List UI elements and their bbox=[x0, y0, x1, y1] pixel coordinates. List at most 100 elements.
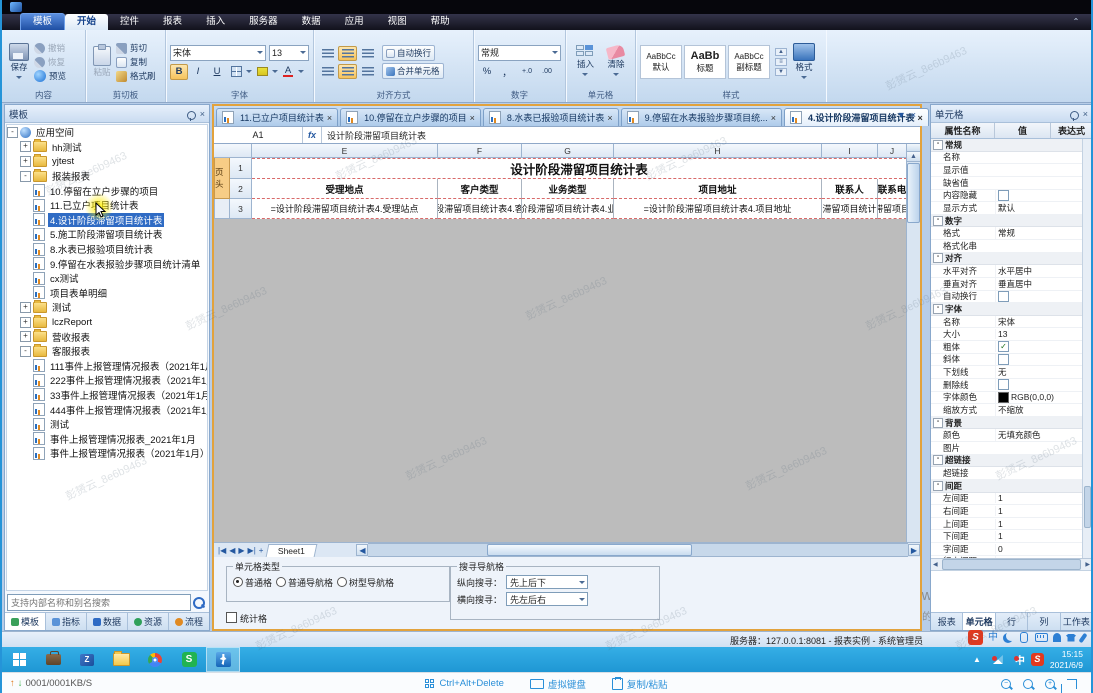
cell-header[interactable]: 受理地点 bbox=[252, 179, 438, 199]
checkbox[interactable] bbox=[998, 354, 1009, 365]
taskbar-chrome[interactable] bbox=[138, 647, 172, 672]
close-document-icon[interactable]: × bbox=[911, 110, 916, 120]
tree-item[interactable]: 项目表单明细 bbox=[7, 286, 207, 301]
tree-item[interactable]: cx测试 bbox=[7, 271, 207, 286]
property-row[interactable]: 名称宋体 bbox=[931, 316, 1092, 329]
property-row[interactable]: 图片 bbox=[931, 442, 1092, 455]
property-row[interactable]: 大小13 bbox=[931, 328, 1092, 341]
word-wrap-button[interactable]: 自动换行 bbox=[382, 45, 435, 61]
tree-item[interactable]: -客服报表 bbox=[7, 344, 207, 359]
clear-button[interactable]: 清除 bbox=[607, 46, 624, 79]
tree-item[interactable]: 10.停留在立户步骤的项目 bbox=[7, 183, 207, 198]
percent-button[interactable]: % bbox=[478, 64, 496, 80]
expander-icon[interactable]: - bbox=[20, 171, 31, 182]
column-header[interactable]: E bbox=[252, 144, 438, 158]
fill-color-button[interactable] bbox=[253, 64, 271, 80]
moon-icon[interactable] bbox=[1003, 633, 1013, 643]
property-row[interactable]: 字间距0 bbox=[931, 543, 1092, 556]
property-row[interactable]: 超链接 bbox=[931, 467, 1092, 480]
copy-button[interactable]: 复制 bbox=[114, 56, 158, 68]
column-header[interactable]: F bbox=[438, 144, 522, 158]
property-row[interactable]: 右间距1 bbox=[931, 505, 1092, 518]
cell-header[interactable]: 客户类型 bbox=[438, 179, 522, 199]
ribbon-tab-home[interactable]: 开始 bbox=[65, 14, 108, 30]
tree-item[interactable]: 111事件上报管理情况报表（2021年1月） bbox=[7, 359, 207, 374]
property-row[interactable]: 缺省值 bbox=[931, 177, 1092, 190]
tab-cell[interactable]: 单元格 bbox=[963, 613, 995, 630]
insert-cells-button[interactable]: 插入 bbox=[576, 45, 594, 79]
paste-button[interactable]: 粘贴 bbox=[93, 46, 111, 78]
property-row[interactable]: 粗体✓ bbox=[931, 341, 1092, 354]
column-header[interactable]: H bbox=[614, 144, 822, 158]
cell-formula[interactable]: 阶段滞留项目统计表4.业 bbox=[522, 199, 614, 219]
start-button[interactable] bbox=[2, 647, 36, 672]
horizontal-search-select[interactable]: 先左后右 bbox=[506, 592, 588, 606]
property-row[interactable]: 行内间距0 bbox=[931, 556, 1092, 559]
font-family-combo[interactable]: 宋体 bbox=[170, 45, 266, 61]
underline-button[interactable]: U bbox=[208, 64, 226, 80]
zoom-in-icon[interactable]: + bbox=[1045, 679, 1055, 689]
sheet-tab[interactable]: Sheet1 bbox=[266, 544, 318, 557]
tab-worksheet[interactable]: 工作表 bbox=[1061, 613, 1092, 630]
scroll-thumb[interactable] bbox=[942, 559, 1082, 570]
tab-indicator[interactable]: 指标 bbox=[46, 613, 87, 630]
doc-tab[interactable]: 10.停留在立户步骤的项目× bbox=[340, 108, 481, 126]
decrease-decimal-button[interactable]: .00 bbox=[538, 64, 556, 80]
expander-icon[interactable]: + bbox=[20, 302, 31, 313]
property-row[interactable]: 下间距1 bbox=[931, 530, 1092, 543]
ribbon-tab-app[interactable]: 应用 bbox=[333, 14, 376, 30]
undo-button[interactable]: 撤销 bbox=[32, 42, 68, 54]
fx-icon[interactable]: fx bbox=[303, 127, 322, 143]
font-color-button[interactable]: A bbox=[279, 64, 297, 80]
checkbox[interactable] bbox=[998, 379, 1009, 390]
property-row[interactable]: 水平对齐水平居中 bbox=[931, 265, 1092, 278]
cell-header[interactable]: 联系人 bbox=[822, 179, 878, 199]
ribbon-tab-data[interactable]: 数据 bbox=[290, 14, 333, 30]
cell-formula[interactable]: 段滞留项目统计表4.客 bbox=[438, 199, 522, 219]
checkbox[interactable] bbox=[998, 190, 1009, 201]
align-bottom-button[interactable] bbox=[358, 46, 377, 61]
tree-item[interactable]: 5.施工阶段滞留项目统计表 bbox=[7, 227, 207, 242]
expander-icon[interactable]: - bbox=[20, 346, 31, 357]
tree-item[interactable]: 222事件上报管理情况报表（2021年1月）1 bbox=[7, 373, 207, 388]
tab-template[interactable]: 模板 bbox=[5, 613, 46, 630]
align-left-button[interactable] bbox=[318, 64, 337, 79]
property-section[interactable]: -超链接 bbox=[931, 455, 1092, 468]
expander-icon[interactable]: + bbox=[20, 141, 31, 152]
band-cell[interactable] bbox=[214, 199, 230, 219]
style-title[interactable]: AaBb标题 bbox=[684, 45, 726, 79]
tree-item-selected[interactable]: 4.设计阶段滞留项目统计表 bbox=[7, 213, 207, 228]
cell-formula[interactable]: =设计阶段滞留项目统计表4.受理站点 bbox=[252, 199, 438, 219]
cell-formula[interactable]: =设计阶段滞留项目统计表4.项目地址 bbox=[614, 199, 822, 219]
tree-item[interactable]: 测试 bbox=[7, 417, 207, 432]
property-section[interactable]: -常规 bbox=[931, 139, 1092, 152]
property-row[interactable]: 下划线无 bbox=[931, 366, 1092, 379]
pin-icon[interactable] bbox=[1070, 111, 1079, 120]
ribbon-tab-widgets[interactable]: 控件 bbox=[108, 14, 151, 30]
close-icon[interactable]: × bbox=[771, 113, 776, 123]
property-row[interactable]: 格式常规 bbox=[931, 227, 1092, 240]
cell-title[interactable]: 设计阶段滞留项目统计表 bbox=[252, 158, 907, 179]
tree-item[interactable]: +hh测试 bbox=[7, 140, 207, 155]
format-button[interactable]: 格式 bbox=[793, 43, 815, 82]
copy-paste-button[interactable]: 复制/粘贴 bbox=[612, 677, 668, 691]
sheet-first-icon[interactable]: |◀ bbox=[218, 546, 226, 555]
fullscreen-icon[interactable] bbox=[1067, 679, 1077, 689]
sogou-logo-icon[interactable]: S bbox=[968, 630, 983, 645]
property-row[interactable]: 左间距1 bbox=[931, 493, 1092, 506]
tree-item[interactable]: +测试 bbox=[7, 300, 207, 315]
radio-normal-cell[interactable]: 普通格 bbox=[233, 576, 272, 589]
expander-icon[interactable]: + bbox=[20, 317, 31, 328]
property-row[interactable]: 缩放方式不缩放 bbox=[931, 404, 1092, 417]
property-row[interactable]: 内容隐藏 bbox=[931, 190, 1092, 203]
tab-row[interactable]: 行 bbox=[996, 613, 1028, 630]
cell-header[interactable]: 联系电 bbox=[878, 179, 907, 199]
align-center-button[interactable] bbox=[338, 64, 357, 79]
tree-item[interactable]: +yjtest bbox=[7, 154, 207, 169]
column-header[interactable]: J bbox=[878, 144, 907, 158]
borders-button[interactable] bbox=[227, 64, 245, 80]
scroll-thumb[interactable] bbox=[1084, 486, 1091, 528]
italic-button[interactable]: I bbox=[189, 64, 207, 80]
column-header[interactable]: G bbox=[522, 144, 614, 158]
sheet-prev-icon[interactable]: ◀ bbox=[229, 546, 235, 555]
